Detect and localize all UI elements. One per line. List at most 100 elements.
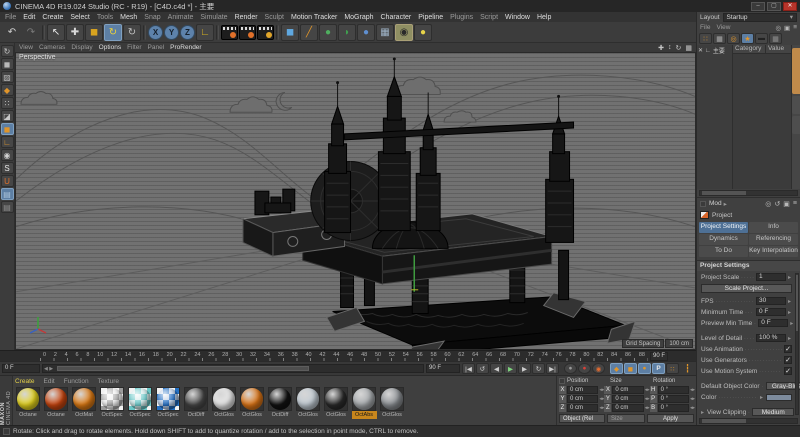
material-swatch[interactable]: OctMat — [71, 387, 97, 419]
viewport-menu-item[interactable]: Filter — [127, 44, 141, 51]
texture-mode-icon[interactable]: ▨ — [1, 71, 14, 83]
viewport-camera-label[interactable]: Perspective — [19, 54, 56, 61]
rotation-b-field[interactable]: 0 ° — [658, 404, 689, 412]
light-icon[interactable]: ● — [414, 24, 432, 41]
rotation-h-field[interactable]: 0 ° — [658, 386, 689, 394]
viewport-menu-item[interactable]: Cameras — [39, 44, 65, 51]
viewport-menu-item[interactable]: Options — [99, 44, 121, 51]
attr-menu-icon[interactable]: ≡ — [793, 200, 797, 208]
view-clipping-dropdown[interactable]: Medium — [752, 408, 794, 416]
maximize-button[interactable]: ▢ — [767, 2, 781, 11]
menu-item[interactable]: File — [5, 14, 16, 21]
material-preview[interactable] — [380, 387, 404, 411]
make-editable-icon[interactable]: ↻ — [1, 45, 14, 57]
generators-icon[interactable]: ● — [319, 24, 337, 41]
workplane-paint-icon[interactable]: ◆ — [1, 84, 14, 96]
am-dropdown-icon[interactable] — [700, 201, 706, 207]
material-swatch[interactable]: OctSpec — [127, 387, 153, 419]
attribute-tab[interactable]: Key Interpolation — [749, 246, 798, 257]
material-preview[interactable] — [100, 387, 124, 411]
timeline-ruler[interactable]: 0246810121416182022242628303234363840424… — [0, 350, 696, 361]
keyframe-rotation-toggle[interactable]: ● — [638, 363, 651, 374]
material-preview[interactable] — [352, 387, 376, 411]
side-tab[interactable] — [792, 96, 800, 114]
material-swatch[interactable]: OctDiff — [183, 387, 209, 419]
history-icon[interactable]: ↺ — [774, 200, 780, 208]
object-tree[interactable]: ✕ ∟ 主要 — [697, 45, 733, 189]
zoom-view-icon[interactable]: ↕ — [668, 44, 672, 52]
coordinate-system-icon[interactable]: ∟ — [196, 24, 214, 41]
mograph-star-icon[interactable]: ★ — [741, 33, 754, 44]
preview-min-time-field[interactable]: 0 F — [758, 319, 788, 327]
target-icon[interactable]: ◎ — [727, 33, 740, 44]
keyframe-pla-toggle[interactable]: ∷ — [666, 363, 679, 374]
menu-item[interactable]: Sculpt — [265, 14, 284, 21]
material-preview[interactable] — [212, 387, 236, 411]
attribute-tab[interactable]: Dynamics — [699, 234, 748, 245]
go-to-end-button[interactable]: ▶| — [546, 363, 559, 374]
range-end-field[interactable]: 90 F — [426, 364, 460, 373]
project-scale-field[interactable]: 1 — [756, 273, 786, 281]
edges-mode-icon[interactable]: ◪ — [1, 110, 14, 122]
fps-field[interactable]: 30 — [756, 297, 786, 305]
record-keyframe-button[interactable]: ● — [564, 363, 577, 374]
material-swatch[interactable]: OctGlos — [379, 387, 405, 419]
material-swatch[interactable]: Octane — [43, 387, 69, 419]
material-swatch[interactable]: OctSpec — [155, 387, 181, 419]
material-menu-item[interactable]: Edit — [44, 378, 55, 385]
separator[interactable] — [216, 25, 219, 40]
end-frame-field[interactable]: 90 F — [650, 352, 668, 361]
position-z-field[interactable]: 0 cm — [567, 404, 598, 412]
menu-item[interactable]: Window — [505, 14, 530, 21]
go-to-previous-key-button[interactable]: ↺ — [476, 363, 489, 374]
panel-menu-icon[interactable]: ≡ — [793, 24, 797, 32]
toggle-views-icon[interactable]: ▦ — [685, 44, 692, 52]
polygons-mode-icon[interactable]: ◼ — [1, 123, 14, 135]
palette-handle[interactable]: ┇ — [681, 363, 694, 374]
search-icon[interactable]: ◎ — [765, 200, 771, 208]
keyframe-scale-toggle[interactable]: ◼ — [624, 363, 637, 374]
separator[interactable] — [42, 25, 45, 40]
position-x-field[interactable]: 0 cm — [567, 386, 598, 394]
side-tab[interactable] — [792, 48, 800, 94]
material-preview[interactable] — [72, 387, 96, 411]
use-generators-checkbox[interactable]: ✓ — [784, 356, 792, 364]
material-preview[interactable] — [128, 387, 152, 411]
material-swatch[interactable]: Octane — [15, 387, 41, 419]
lock-icon[interactable]: ▣ — [784, 24, 790, 32]
rotation-p-field[interactable]: 0 ° — [658, 395, 689, 403]
locked-workplane-icon[interactable]: ▤ — [1, 201, 14, 213]
render-region-icon[interactable] — [239, 25, 256, 40]
material-preview[interactable] — [184, 387, 208, 411]
rotate-view-icon[interactable]: ↻ — [676, 44, 682, 52]
viewport-solo-icon[interactable]: ◉ — [1, 149, 14, 161]
viewport[interactable]: Perspective — [15, 52, 696, 350]
go-to-previous-frame-button[interactable]: ◀ — [490, 363, 503, 374]
menu-item[interactable]: Create — [42, 14, 63, 21]
material-preview[interactable] — [268, 387, 292, 411]
size-x-field[interactable]: 0 cm — [612, 386, 643, 394]
grid-icon[interactable]: ▦ — [713, 33, 726, 44]
material-swatch[interactable]: OctSpec — [99, 387, 125, 419]
add-cube-icon[interactable]: ◼ — [281, 24, 299, 41]
render-view-icon[interactable] — [221, 25, 238, 40]
material-swatch[interactable]: OctGlos — [295, 387, 321, 419]
material-preview[interactable] — [324, 387, 348, 411]
menu-item[interactable]: Animate — [168, 14, 194, 21]
size-mode-dropdown[interactable]: Size — [607, 414, 645, 423]
lock-z-axis-button[interactable]: Z — [180, 25, 195, 40]
points-icon[interactable]: ∷ — [699, 33, 712, 44]
value-column-header[interactable]: Value — [765, 45, 791, 53]
viewport-menu-item[interactable]: Display — [71, 44, 92, 51]
am-horizontal-scrollbar[interactable] — [699, 418, 798, 424]
timeline-scrollbar[interactable] — [42, 364, 424, 373]
render-clap-icon[interactable]: ▬ — [755, 33, 768, 44]
color-swatch[interactable] — [766, 394, 792, 401]
menu-item[interactable]: Help — [537, 14, 551, 21]
camera-icon[interactable]: ◉ — [395, 24, 413, 41]
deformers-icon[interactable]: ◗ — [338, 24, 356, 41]
menu-item[interactable]: Simulate — [200, 14, 227, 21]
scale-icon[interactable]: ◼ — [85, 24, 103, 41]
attribute-tab[interactable]: Project Settings — [699, 222, 748, 233]
lock-y-axis-button[interactable]: Y — [164, 25, 179, 40]
